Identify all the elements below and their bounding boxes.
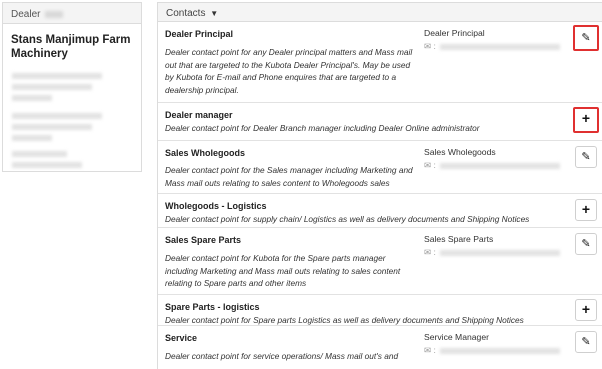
contact-row-sales-wholegoods: Sales Wholegoods Dealer contact point fo… xyxy=(158,141,602,194)
edit-button[interactable]: ✎ xyxy=(575,331,597,353)
chevron-down-icon: ▼ xyxy=(210,9,219,18)
contacts-header[interactable]: Contacts ▼ xyxy=(158,3,602,22)
contacts-header-label: Contacts xyxy=(166,8,206,19)
contact-row-dealer-manager: Dealer manager Dealer contact point for … xyxy=(158,103,602,141)
contact-row-sales-spare-parts: Sales Spare Parts Dealer contact point f… xyxy=(158,228,602,295)
contact-description: Dealer contact point for Dealer Branch m… xyxy=(165,123,480,133)
edit-icon: ✎ xyxy=(581,336,591,348)
contact-role: Service Manager xyxy=(424,332,489,342)
add-contact-button[interactable]: + xyxy=(575,299,597,321)
mail-icon: ✉ : xyxy=(424,345,436,355)
edit-button[interactable]: ✎ xyxy=(575,146,597,168)
contact-title: Spare Parts - logistics xyxy=(165,302,260,312)
contact-row-spare-parts-logistics: Spare Parts - logistics Dealer contact p… xyxy=(158,295,602,326)
redacted-email xyxy=(439,43,560,50)
edit-icon: ✎ xyxy=(581,32,591,44)
edit-button[interactable]: ✎ xyxy=(573,25,599,51)
contact-role: Dealer Principal xyxy=(424,28,485,38)
redacted-email xyxy=(439,162,560,169)
contact-email: ✉ : xyxy=(424,247,560,258)
contact-description: Dealer contact point for Kubota for the … xyxy=(165,253,401,288)
mail-icon: ✉ : xyxy=(424,247,436,257)
contact-email: ✉ : xyxy=(424,345,560,356)
redacted-dealer-code xyxy=(45,10,64,18)
contact-description: Dealer contact point for Spare parts Log… xyxy=(165,315,524,325)
contact-title: Dealer manager xyxy=(165,110,233,120)
contact-row-service: Service Dealer contact point for service… xyxy=(158,326,602,366)
contacts-panel: Contacts ▼ Dealer Principal Dealer conta… xyxy=(157,2,602,369)
plus-icon: + xyxy=(581,301,591,317)
contact-role: Sales Wholegoods xyxy=(424,147,496,157)
add-contact-button[interactable]: + xyxy=(573,107,599,133)
add-contact-button[interactable]: + xyxy=(575,199,597,221)
contact-email: ✉ : xyxy=(424,41,560,52)
edit-icon: ✎ xyxy=(581,151,591,163)
redacted-email xyxy=(439,347,560,354)
contact-row-dealer-principal: Dealer Principal Dealer contact point fo… xyxy=(158,22,602,103)
contact-title: Service xyxy=(165,333,198,343)
dealer-header-label: Dealer xyxy=(11,9,41,20)
contact-title: Sales Spare Parts xyxy=(165,235,242,245)
contact-description: Dealer contact point for service operati… xyxy=(165,351,399,361)
contact-title: Wholegoods - Logistics xyxy=(165,201,267,211)
contact-description: Dealer contact point for the Sales manag… xyxy=(165,165,413,188)
edit-icon: ✎ xyxy=(581,238,591,250)
contact-email: ✉ : xyxy=(424,160,560,171)
dealer-card: Dealer Stans Manjimup Farm Machinery xyxy=(2,2,142,172)
contact-row-wholegoods-logistics: Wholegoods - Logistics Dealer contact po… xyxy=(158,194,602,228)
contact-role: Sales Spare Parts xyxy=(424,234,494,244)
plus-icon: + xyxy=(581,110,591,126)
dealer-card-header: Dealer xyxy=(3,3,141,24)
mail-icon: ✉ : xyxy=(424,41,436,51)
contact-description: Dealer contact point for supply chain/ L… xyxy=(165,214,530,224)
contact-title: Dealer Principal xyxy=(165,29,234,39)
contact-description: Dealer contact point for any Dealer prin… xyxy=(165,47,413,95)
redacted-email xyxy=(439,249,560,256)
plus-icon: + xyxy=(581,201,591,217)
contact-title: Sales Wholegoods xyxy=(165,148,246,158)
mail-icon: ✉ : xyxy=(424,160,436,170)
edit-button[interactable]: ✎ xyxy=(575,233,597,255)
redacted-dealer-address xyxy=(3,73,141,168)
dealer-name: Stans Manjimup Farm Machinery xyxy=(11,34,131,60)
